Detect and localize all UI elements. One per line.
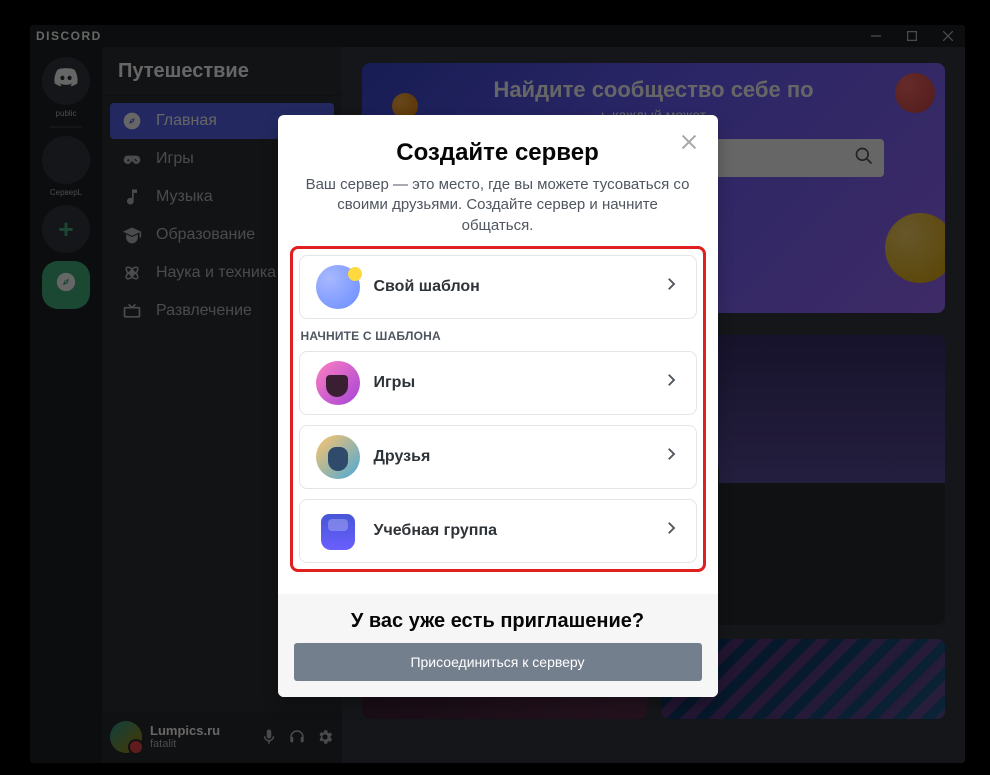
- template-study-button[interactable]: Учебная группа: [299, 499, 697, 563]
- modal-close-button[interactable]: [676, 131, 702, 157]
- modal-overlay[interactable]: Создайте сервер Ваш сервер — это место, …: [30, 25, 965, 763]
- create-option-label: Свой шаблон: [374, 278, 480, 296]
- study-template-icon: [316, 509, 360, 553]
- chevron-right-icon: [662, 275, 680, 298]
- create-own-template-button[interactable]: Свой шаблон: [299, 255, 697, 319]
- create-option-label: Учебная группа: [374, 522, 498, 540]
- app-window: DISCORD public СерверL +: [30, 25, 965, 763]
- modal-footer-title: У вас уже есть приглашение?: [294, 610, 702, 633]
- template-games-button[interactable]: Игры: [299, 351, 697, 415]
- create-server-modal: Создайте сервер Ваш сервер — это место, …: [278, 115, 718, 697]
- join-server-button[interactable]: Присоединиться к серверу: [294, 643, 702, 681]
- close-icon: [678, 131, 700, 158]
- games-template-icon: [316, 361, 360, 405]
- annotation-highlight: Свой шаблон НАЧНИТЕ С ШАБЛОНА Игры Друзь…: [290, 246, 706, 572]
- create-option-label: Игры: [374, 374, 416, 392]
- chevron-right-icon: [662, 371, 680, 394]
- friends-template-icon: [316, 435, 360, 479]
- modal-subtitle: Ваш сервер — это место, где вы можете ту…: [294, 175, 702, 236]
- own-template-icon: [316, 265, 360, 309]
- chevron-right-icon: [662, 519, 680, 542]
- chevron-right-icon: [662, 445, 680, 468]
- modal-title: Создайте сервер: [294, 139, 702, 167]
- template-friends-button[interactable]: Друзья: [299, 425, 697, 489]
- modal-footer: У вас уже есть приглашение? Присоединить…: [278, 594, 718, 697]
- create-option-label: Друзья: [374, 448, 431, 466]
- template-section-header: НАЧНИТЕ С ШАБЛОНА: [301, 329, 697, 343]
